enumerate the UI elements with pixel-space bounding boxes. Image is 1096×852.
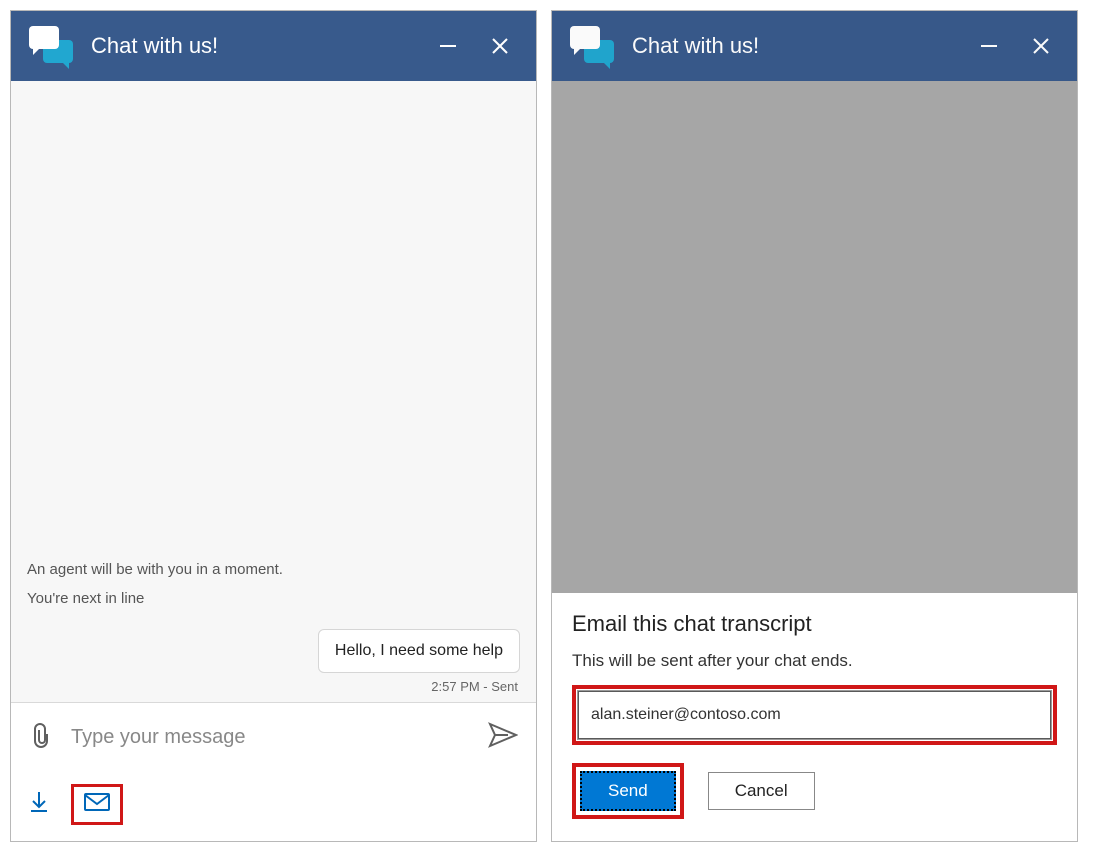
- user-message: Hello, I need some help 2:57 PM - Sent: [27, 629, 520, 694]
- cancel-button[interactable]: Cancel: [708, 772, 815, 810]
- email-panel-title: Email this chat transcript: [572, 611, 1057, 637]
- email-field-highlight: [572, 685, 1057, 745]
- chat-header: Chat with us!: [11, 11, 536, 81]
- send-button-highlight: Send: [572, 763, 684, 819]
- chat-body: An agent will be with you in a moment. Y…: [11, 81, 536, 702]
- send-icon[interactable]: [488, 722, 518, 753]
- email-transcript-panel: Email this chat transcript This will be …: [552, 593, 1077, 841]
- minimize-button[interactable]: [971, 28, 1007, 64]
- chat-window-right: Chat with us! An agent will be with you …: [551, 10, 1078, 842]
- composer: [11, 702, 536, 772]
- email-icon[interactable]: [84, 793, 110, 816]
- button-row: Send Cancel: [572, 763, 1057, 819]
- email-panel-subtitle: This will be sent after your chat ends.: [572, 651, 1057, 671]
- chat-title: Chat with us!: [91, 33, 414, 59]
- footer-bar: [11, 772, 536, 841]
- close-button[interactable]: [1023, 28, 1059, 64]
- chat-header: Chat with us!: [552, 11, 1077, 81]
- send-button[interactable]: Send: [580, 771, 676, 811]
- message-bubble: Hello, I need some help: [318, 629, 520, 673]
- message-input[interactable]: [71, 726, 470, 749]
- system-message: You're next in line: [27, 590, 520, 607]
- chat-logo-icon: [29, 26, 75, 66]
- close-button[interactable]: [482, 28, 518, 64]
- email-transcript-highlight: [71, 784, 123, 825]
- chat-logo-icon: [570, 26, 616, 66]
- chat-title: Chat with us!: [632, 33, 955, 59]
- chat-window-left: Chat with us! An agent will be with you …: [10, 10, 537, 842]
- minimize-button[interactable]: [430, 28, 466, 64]
- attachment-icon[interactable]: [29, 721, 53, 754]
- download-icon[interactable]: [29, 791, 49, 818]
- message-meta: 2:57 PM - Sent: [431, 679, 520, 694]
- system-message: An agent will be with you in a moment.: [27, 561, 520, 578]
- email-input[interactable]: [578, 691, 1051, 739]
